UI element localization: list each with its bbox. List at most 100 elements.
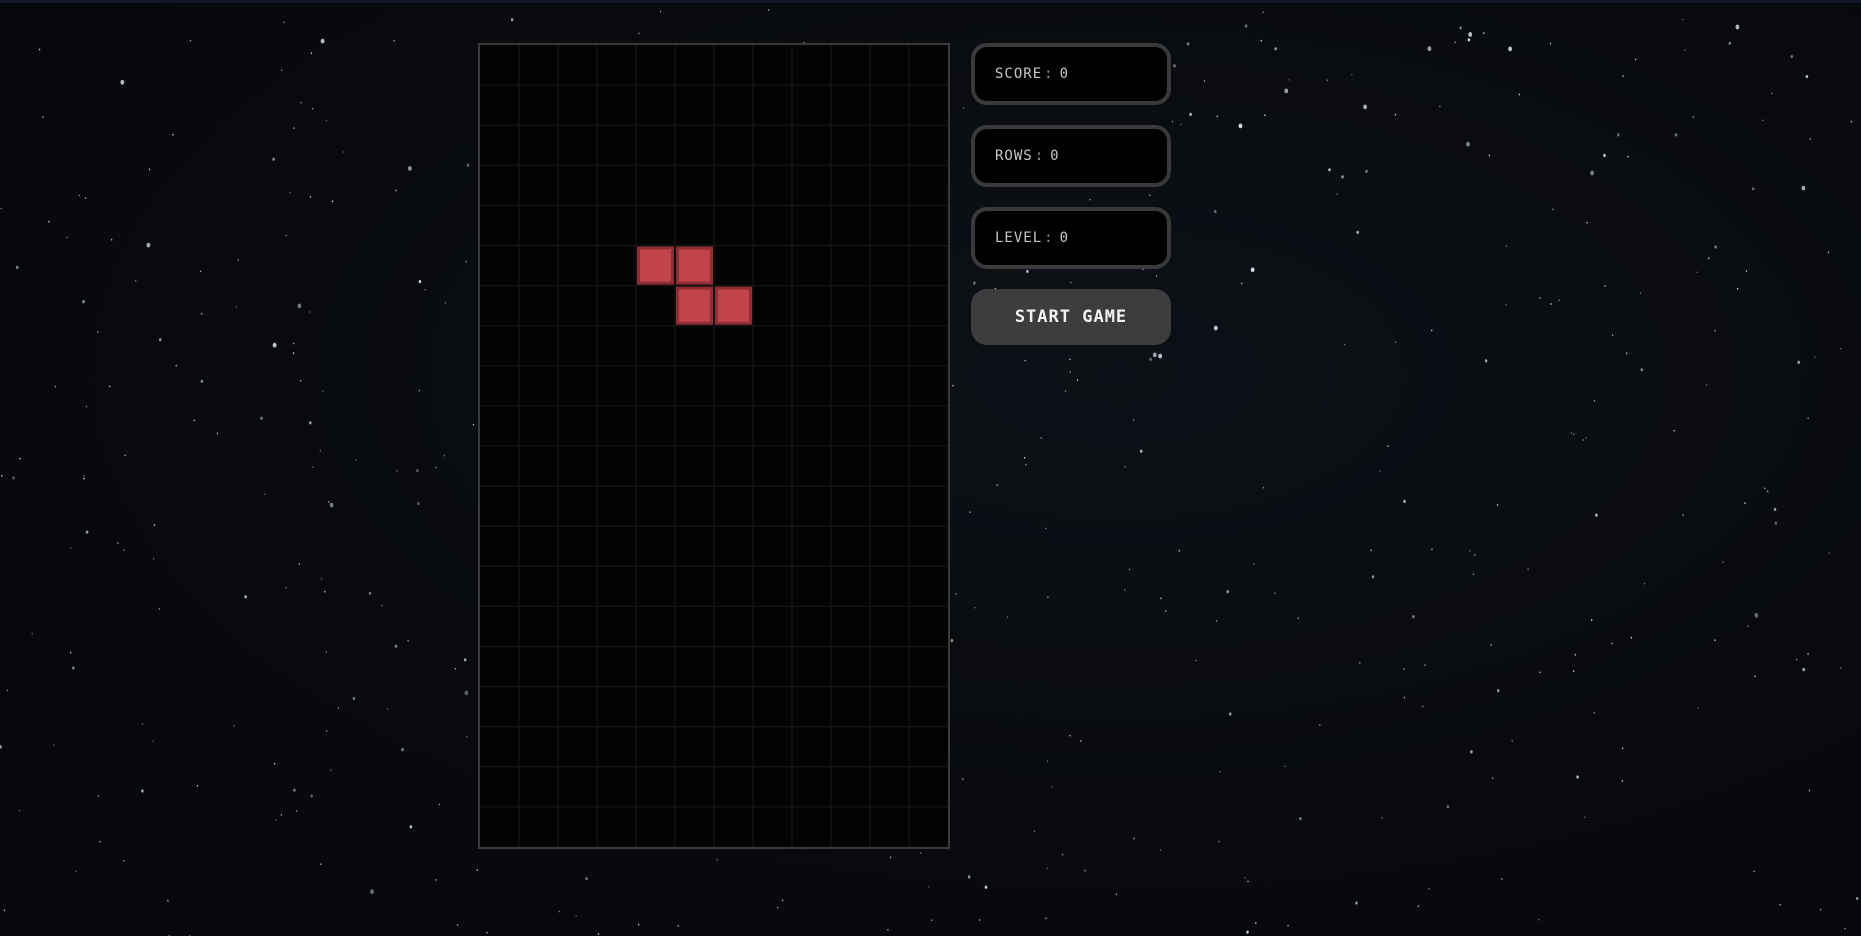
star <box>1779 903 1781 906</box>
star <box>1186 42 1190 46</box>
star <box>1417 905 1420 908</box>
star <box>1427 46 1432 52</box>
star <box>146 242 151 248</box>
score-label: Score <box>995 66 1043 82</box>
star <box>97 331 99 333</box>
game-scene: Score:0 Rows:0 Level:0 Start Game <box>0 0 1861 936</box>
star <box>1341 175 1344 179</box>
star <box>1764 487 1766 490</box>
star <box>175 364 177 367</box>
star <box>416 469 419 473</box>
star <box>1344 343 1346 346</box>
star <box>1809 138 1812 140</box>
star <box>1123 589 1126 591</box>
star <box>99 840 101 843</box>
game-board[interactable] <box>478 43 950 849</box>
star <box>1394 341 1397 344</box>
start-game-button[interactable]: Start Game <box>971 289 1171 345</box>
star <box>1238 123 1243 129</box>
star <box>54 385 57 388</box>
rows-panel: Rows:0 <box>971 125 1171 187</box>
star <box>1505 245 1508 248</box>
star <box>18 809 21 812</box>
star <box>767 9 770 11</box>
star <box>1593 712 1595 714</box>
star <box>1807 653 1809 655</box>
level-value: 0 <box>1059 230 1070 246</box>
star <box>72 666 75 670</box>
star <box>199 270 202 273</box>
star <box>1046 867 1048 870</box>
star <box>1262 486 1265 489</box>
star <box>352 696 356 701</box>
star <box>1586 221 1588 224</box>
star <box>1274 47 1277 51</box>
star <box>244 595 247 599</box>
star <box>38 48 41 51</box>
star <box>435 879 437 881</box>
star <box>1527 568 1529 571</box>
star <box>1379 470 1381 472</box>
star <box>1299 817 1302 821</box>
star <box>1808 789 1811 792</box>
star <box>1430 329 1433 332</box>
star <box>1744 502 1746 504</box>
star <box>1621 747 1624 750</box>
star <box>292 352 295 355</box>
star <box>1604 285 1606 287</box>
star <box>1246 930 1249 934</box>
star <box>1751 187 1755 191</box>
star <box>1467 38 1471 42</box>
star <box>585 877 588 881</box>
star <box>381 604 383 607</box>
star <box>1855 896 1859 901</box>
star <box>320 863 322 865</box>
star <box>1574 653 1576 656</box>
star <box>1080 740 1082 742</box>
star <box>1468 32 1473 37</box>
star <box>1735 24 1740 30</box>
star <box>1802 668 1805 672</box>
star <box>233 725 235 727</box>
star <box>454 667 457 670</box>
star <box>401 748 404 752</box>
star <box>407 166 412 171</box>
star <box>444 302 447 304</box>
star <box>1288 79 1291 81</box>
star <box>1707 257 1710 260</box>
star <box>776 906 779 909</box>
star <box>1155 275 1158 277</box>
star <box>1326 79 1328 82</box>
star <box>272 342 277 348</box>
star <box>1630 636 1633 639</box>
star <box>1511 739 1513 742</box>
star <box>887 928 889 931</box>
star <box>1084 869 1086 872</box>
star <box>1622 75 1624 77</box>
star <box>1446 805 1450 809</box>
star <box>962 778 964 780</box>
star <box>1714 329 1716 332</box>
piece-block <box>637 246 674 285</box>
star <box>83 477 85 480</box>
board-grid <box>480 45 948 847</box>
star <box>1422 705 1424 708</box>
star <box>1576 775 1579 779</box>
star <box>395 189 397 192</box>
star <box>1639 292 1642 295</box>
star <box>465 260 467 263</box>
star <box>984 885 988 889</box>
star <box>1472 573 1475 576</box>
star <box>83 475 85 477</box>
star <box>393 39 395 42</box>
star <box>1621 780 1624 782</box>
star <box>1244 24 1248 28</box>
star <box>1572 670 1575 672</box>
star <box>955 593 957 595</box>
star <box>1158 353 1163 359</box>
star <box>1454 41 1456 44</box>
star <box>148 168 151 171</box>
star <box>597 933 600 935</box>
star <box>1496 689 1500 693</box>
star <box>1424 664 1426 667</box>
